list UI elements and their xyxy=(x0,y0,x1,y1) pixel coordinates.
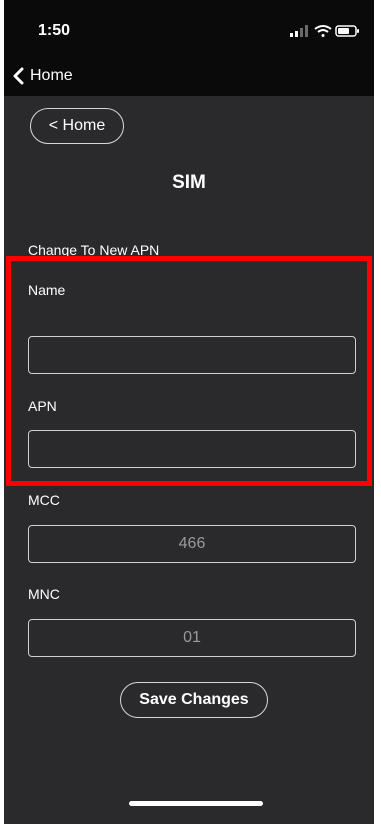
apn-label: APN xyxy=(28,398,57,414)
navigation-bar: Home xyxy=(4,56,374,96)
nav-back-button[interactable]: Home xyxy=(12,64,73,88)
battery-icon xyxy=(335,25,359,37)
mcc-label: MCC xyxy=(28,492,60,508)
main-content: < Home SIM Change To New APN Name APN MC… xyxy=(4,96,374,824)
home-indicator[interactable] xyxy=(129,801,263,806)
mnc-field[interactable] xyxy=(28,619,356,657)
mcc-field[interactable] xyxy=(28,525,356,563)
name-field[interactable] xyxy=(28,336,356,374)
wifi-icon xyxy=(314,25,332,37)
name-label: Name xyxy=(28,282,66,298)
page-title: SIM xyxy=(172,172,206,193)
phone-screen: 1:50 Home < Home SIM Change To New APN N… xyxy=(4,0,374,824)
chevron-left-icon xyxy=(13,67,24,85)
save-changes-button[interactable]: Save Changes xyxy=(120,682,268,718)
home-button[interactable]: < Home xyxy=(30,108,124,144)
mnc-label: MNC xyxy=(28,586,60,602)
section-title: Change To New APN xyxy=(28,242,160,258)
nav-back-label: Home xyxy=(30,67,73,84)
status-bar: 1:50 xyxy=(4,0,374,56)
signal-icon xyxy=(290,25,308,37)
status-time: 1:50 xyxy=(38,22,71,39)
status-icons xyxy=(290,25,359,37)
apn-field[interactable] xyxy=(28,430,356,468)
